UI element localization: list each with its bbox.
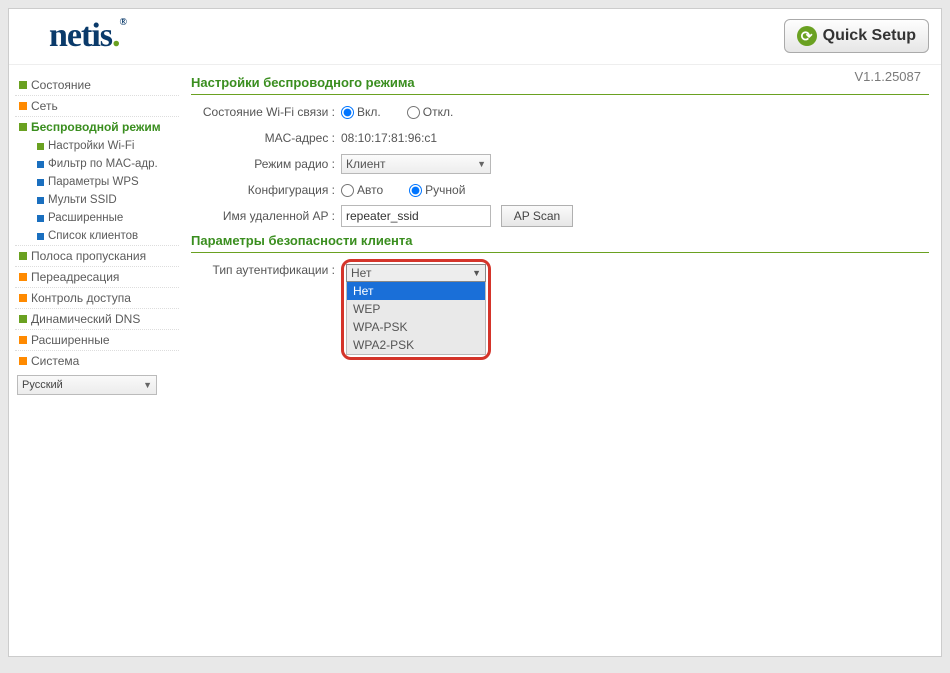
bullet-icon xyxy=(19,336,27,344)
bullet-icon xyxy=(37,215,44,222)
sidebar-item-label: Полоса пропускания xyxy=(31,249,146,263)
bullet-icon xyxy=(19,294,27,302)
select-value: Нет xyxy=(351,266,371,280)
auth-type-select-highlight: Нет ▼ Нет WEP WPA-PSK WPA2-PSK xyxy=(341,259,491,360)
sidebar-item-label: Переадресация xyxy=(31,270,119,284)
section-security-title: Параметры безопасности клиента xyxy=(191,229,929,253)
bullet-icon xyxy=(19,81,27,89)
bullet-icon xyxy=(19,273,27,281)
sidebar-item-label: Система xyxy=(31,354,79,368)
ap-scan-button[interactable]: AP Scan xyxy=(501,205,573,227)
auth-type-dropdown: Нет WEP WPA-PSK WPA2-PSK xyxy=(346,282,486,355)
auth-option-wpa-psk[interactable]: WPA-PSK xyxy=(347,318,485,336)
sidebar-sub-label: Фильтр по MAC-адр. xyxy=(48,158,158,170)
radio-input[interactable] xyxy=(341,106,354,119)
sidebar-sub-multi-ssid[interactable]: Мульти SSID xyxy=(15,191,179,209)
wifi-state-label: Состояние Wi-Fi связи : xyxy=(191,105,341,119)
auth-option-none[interactable]: Нет xyxy=(347,282,485,300)
sidebar-item-status[interactable]: Состояние xyxy=(15,75,179,95)
radio-mode-select[interactable]: Клиент ▼ xyxy=(341,154,491,174)
sidebar-sub-mac-filter[interactable]: Фильтр по MAC-адр. xyxy=(15,155,179,173)
header: netis.® ⟳ Quick Setup xyxy=(9,9,941,65)
bullet-icon xyxy=(37,179,44,186)
sidebar-item-label: Сеть xyxy=(31,99,58,113)
bullet-icon xyxy=(19,252,27,260)
auth-type-label: Тип аутентификации : xyxy=(191,259,341,277)
sidebar-item-advanced[interactable]: Расширенные xyxy=(15,329,179,350)
sidebar-sub-label: Параметры WPS xyxy=(48,176,139,188)
chevron-down-icon: ▼ xyxy=(472,268,481,278)
bullet-icon xyxy=(37,143,44,150)
config-manual-radio[interactable]: Ручной xyxy=(409,183,465,197)
sidebar-item-network[interactable]: Сеть xyxy=(15,95,179,116)
chevron-down-icon: ▼ xyxy=(477,159,486,169)
sidebar-item-access-control[interactable]: Контроль доступа xyxy=(15,287,179,308)
radio-mode-label: Режим радио : xyxy=(191,157,341,171)
sidebar-sub-wifi-settings[interactable]: Настройки Wi-Fi xyxy=(15,137,179,155)
radio-input[interactable] xyxy=(407,106,420,119)
sidebar-item-forwarding[interactable]: Переадресация xyxy=(15,266,179,287)
auth-option-wep[interactable]: WEP xyxy=(347,300,485,318)
select-value: Клиент xyxy=(346,157,386,171)
remote-ap-input[interactable] xyxy=(341,205,491,227)
sidebar: Состояние Сеть Беспроводной режим Настро… xyxy=(9,65,179,656)
bullet-icon xyxy=(37,161,44,168)
radio-label: Вкл. xyxy=(357,105,381,119)
logo-text: netis xyxy=(49,17,112,54)
auth-option-wpa2-psk[interactable]: WPA2-PSK xyxy=(347,336,485,354)
sidebar-sub-clients[interactable]: Список клиентов xyxy=(15,227,179,245)
sidebar-item-system[interactable]: Система xyxy=(15,350,179,371)
sidebar-sub-label: Расширенные xyxy=(48,212,123,224)
sidebar-item-label: Контроль доступа xyxy=(31,291,131,305)
sidebar-sub-label: Настройки Wi-Fi xyxy=(48,140,134,152)
config-auto-radio[interactable]: Авто xyxy=(341,183,383,197)
language-value: Русский xyxy=(22,379,63,391)
quick-setup-button[interactable]: ⟳ Quick Setup xyxy=(784,19,929,53)
bullet-icon xyxy=(37,197,44,204)
wifi-state-off-radio[interactable]: Откл. xyxy=(407,105,454,119)
sidebar-sub-advanced[interactable]: Расширенные xyxy=(15,209,179,227)
quick-setup-label: Quick Setup xyxy=(823,27,916,45)
radio-input[interactable] xyxy=(409,184,422,197)
radio-input[interactable] xyxy=(341,184,354,197)
radio-label: Ручной xyxy=(425,183,465,197)
sidebar-item-ddns[interactable]: Динамический DNS xyxy=(15,308,179,329)
bullet-icon xyxy=(19,315,27,323)
bullet-icon xyxy=(37,233,44,240)
bullet-icon xyxy=(19,102,27,110)
sidebar-item-bandwidth[interactable]: Полоса пропускания xyxy=(15,245,179,266)
sidebar-sub-wps[interactable]: Параметры WPS xyxy=(15,173,179,191)
mac-value: 08:10:17:81:96:c1 xyxy=(341,131,437,145)
sidebar-item-label: Динамический DNS xyxy=(31,312,140,326)
sidebar-sub-label: Список клиентов xyxy=(48,230,138,242)
language-select[interactable]: Русский ▼ xyxy=(17,375,157,395)
config-label: Конфигурация : xyxy=(191,183,341,197)
bullet-icon xyxy=(19,357,27,365)
chevron-down-icon: ▼ xyxy=(143,380,156,390)
logo: netis.® xyxy=(49,17,126,55)
radio-label: Авто xyxy=(357,183,383,197)
sidebar-item-label: Состояние xyxy=(31,78,91,92)
sidebar-sub-label: Мульти SSID xyxy=(48,194,117,206)
mac-label: MAC-адрес : xyxy=(191,131,341,145)
logo-dot: . xyxy=(112,17,120,54)
bullet-icon xyxy=(19,123,27,131)
logo-registered: ® xyxy=(120,17,126,28)
auth-type-select[interactable]: Нет ▼ xyxy=(346,264,486,282)
sidebar-item-wireless[interactable]: Беспроводной режим xyxy=(15,116,179,137)
content-panel: Настройки беспроводного режима Состояние… xyxy=(179,65,941,656)
sidebar-item-label: Беспроводной режим xyxy=(31,120,161,134)
remote-ap-label: Имя удаленной AP : xyxy=(191,209,341,223)
wifi-state-on-radio[interactable]: Вкл. xyxy=(341,105,381,119)
refresh-icon: ⟳ xyxy=(797,26,817,46)
radio-label: Откл. xyxy=(423,105,454,119)
section-wireless-title: Настройки беспроводного режима xyxy=(191,71,929,95)
sidebar-item-label: Расширенные xyxy=(31,333,110,347)
